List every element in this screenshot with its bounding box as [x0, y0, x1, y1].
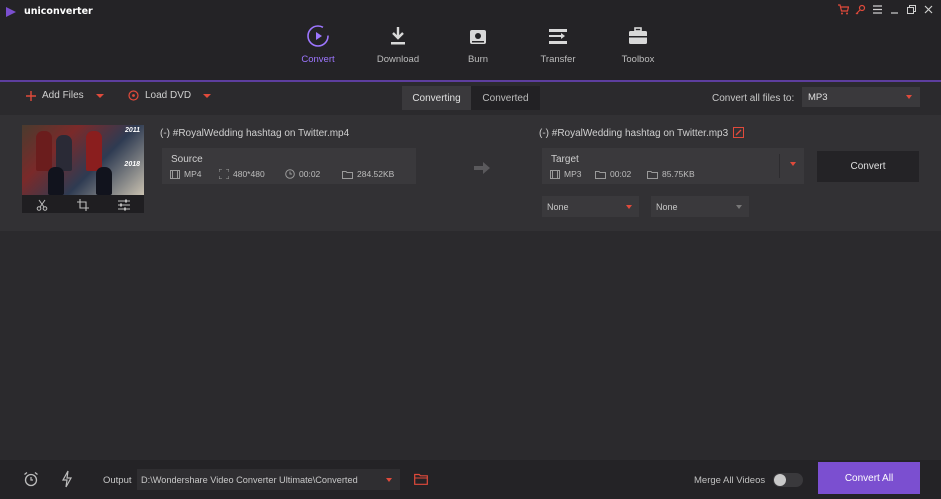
divider — [779, 154, 780, 178]
disc-icon — [470, 30, 486, 44]
resize-icon — [219, 169, 229, 179]
output-format-select[interactable]: MP3 — [802, 87, 920, 107]
merge-videos-label: Merge All Videos — [694, 475, 766, 486]
convert-all-button[interactable]: Convert All — [818, 462, 920, 494]
output-path-select[interactable]: D:\Wondershare Video Converter Ultimate\… — [137, 469, 400, 490]
folder-icon — [342, 170, 353, 179]
tab-label: Transfer — [540, 54, 576, 65]
add-files-button[interactable]: Add Files — [26, 90, 104, 101]
chevron-down-icon[interactable] — [95, 93, 104, 98]
key-icon[interactable] — [854, 3, 867, 16]
chevron-down-icon — [626, 205, 632, 209]
app-title: uniconverter — [24, 6, 93, 17]
subtitle-select[interactable]: None — [542, 196, 639, 217]
folder-icon — [647, 170, 658, 179]
source-format: MP4 — [170, 169, 201, 179]
tab-label: Convert — [301, 54, 335, 65]
film-icon — [550, 169, 560, 179]
crop-icon[interactable] — [76, 199, 89, 211]
tab-download[interactable]: Download — [358, 20, 438, 82]
window-controls — [837, 3, 935, 16]
chevron-down-icon — [386, 478, 392, 482]
video-thumbnail[interactable]: 2011 2018 — [22, 125, 144, 195]
nav-divider — [0, 80, 941, 82]
download-icon — [391, 27, 405, 45]
logo-icon — [6, 6, 16, 17]
target-format-select[interactable]: Target MP3 00:02 85.75KB — [542, 148, 804, 184]
tab-label: Toolbox — [621, 54, 655, 65]
thumb-badge: 2011 — [124, 127, 140, 134]
convert-icon — [307, 25, 329, 47]
transfer-icon — [549, 29, 567, 44]
load-dvd-label: Load DVD — [145, 90, 192, 101]
tab-convert[interactable]: Convert — [278, 20, 358, 82]
thumb-badge: 2018 — [124, 161, 140, 168]
dvd-icon — [128, 90, 139, 101]
source-size: 284.52KB — [342, 169, 394, 179]
chevron-down-icon[interactable] — [203, 93, 212, 98]
close-icon[interactable] — [922, 3, 935, 16]
format-value: MP3 — [808, 91, 828, 103]
chevron-down-icon[interactable] — [790, 162, 796, 166]
plus-icon — [26, 90, 36, 101]
tab-label: Burn — [467, 54, 489, 65]
alarm-icon[interactable] — [23, 471, 39, 487]
video-thumbnail-panel: 2011 2018 — [22, 125, 144, 213]
tab-converted[interactable]: Converted — [471, 86, 540, 110]
output-label: Output — [103, 475, 132, 486]
tab-transfer[interactable]: Transfer — [518, 20, 598, 82]
lightning-icon[interactable] — [60, 470, 74, 488]
status-tabs: Converting Converted — [402, 86, 540, 110]
minimize-icon[interactable] — [888, 3, 901, 16]
restore-icon[interactable] — [905, 3, 918, 16]
source-info: Source MP4 480*480 00:02 284.52KB — [162, 148, 416, 184]
edit-icon[interactable] — [733, 127, 744, 138]
convert-button[interactable]: Convert — [817, 151, 919, 182]
audio-track-select[interactable]: None — [651, 196, 749, 217]
scissors-icon[interactable] — [36, 199, 48, 211]
toggle-knob — [774, 474, 786, 486]
menu-icon[interactable] — [871, 3, 884, 16]
tab-label: Download — [376, 54, 420, 65]
target-duration: 00:02 — [595, 169, 631, 179]
target-size: 85.75KB — [647, 169, 695, 179]
effects-icon[interactable] — [117, 199, 130, 211]
tab-toolbox[interactable]: Toolbox — [598, 20, 678, 82]
target-label: Target — [551, 154, 579, 165]
film-icon — [170, 169, 180, 179]
tab-converting[interactable]: Converting — [402, 86, 471, 110]
bottom-bar: Output D:\Wondershare Video Converter Ul… — [0, 460, 941, 499]
file-item: 2011 2018 (-) #RoyalWedding hashtag on T… — [0, 115, 941, 231]
source-label: Source — [171, 154, 203, 165]
arrow-right-icon — [474, 162, 490, 174]
thumbnail-tools — [22, 197, 144, 213]
title-bar: uniconverter Convert Download Burn Trans… — [0, 0, 941, 82]
target-file-name[interactable]: (-) #RoyalWedding hashtag on Twitter.mp3 — [539, 128, 728, 139]
toolbox-icon — [629, 27, 647, 44]
main-nav: Convert Download Burn Transfer Toolbox — [278, 20, 678, 82]
app-logo: uniconverter — [6, 6, 93, 17]
merge-videos-toggle[interactable] — [773, 473, 803, 487]
toolbar: Add Files Load DVD Converting Converted … — [0, 84, 941, 112]
open-folder-icon[interactable] — [414, 473, 428, 485]
chevron-down-icon — [906, 95, 912, 99]
source-file-name[interactable]: (-) #RoyalWedding hashtag on Twitter.mp4 — [160, 128, 349, 139]
chevron-down-icon — [736, 205, 742, 209]
folder-icon — [595, 170, 606, 179]
source-resolution: 480*480 — [219, 169, 265, 179]
cart-icon[interactable] — [837, 3, 850, 16]
clock-icon — [285, 169, 295, 179]
tab-burn[interactable]: Burn — [438, 20, 518, 82]
target-format: MP3 — [550, 169, 581, 179]
source-duration: 00:02 — [285, 169, 320, 179]
convert-all-label: Convert all files to: — [712, 93, 795, 104]
load-dvd-button[interactable]: Load DVD — [128, 90, 212, 101]
add-files-label: Add Files — [42, 90, 84, 101]
